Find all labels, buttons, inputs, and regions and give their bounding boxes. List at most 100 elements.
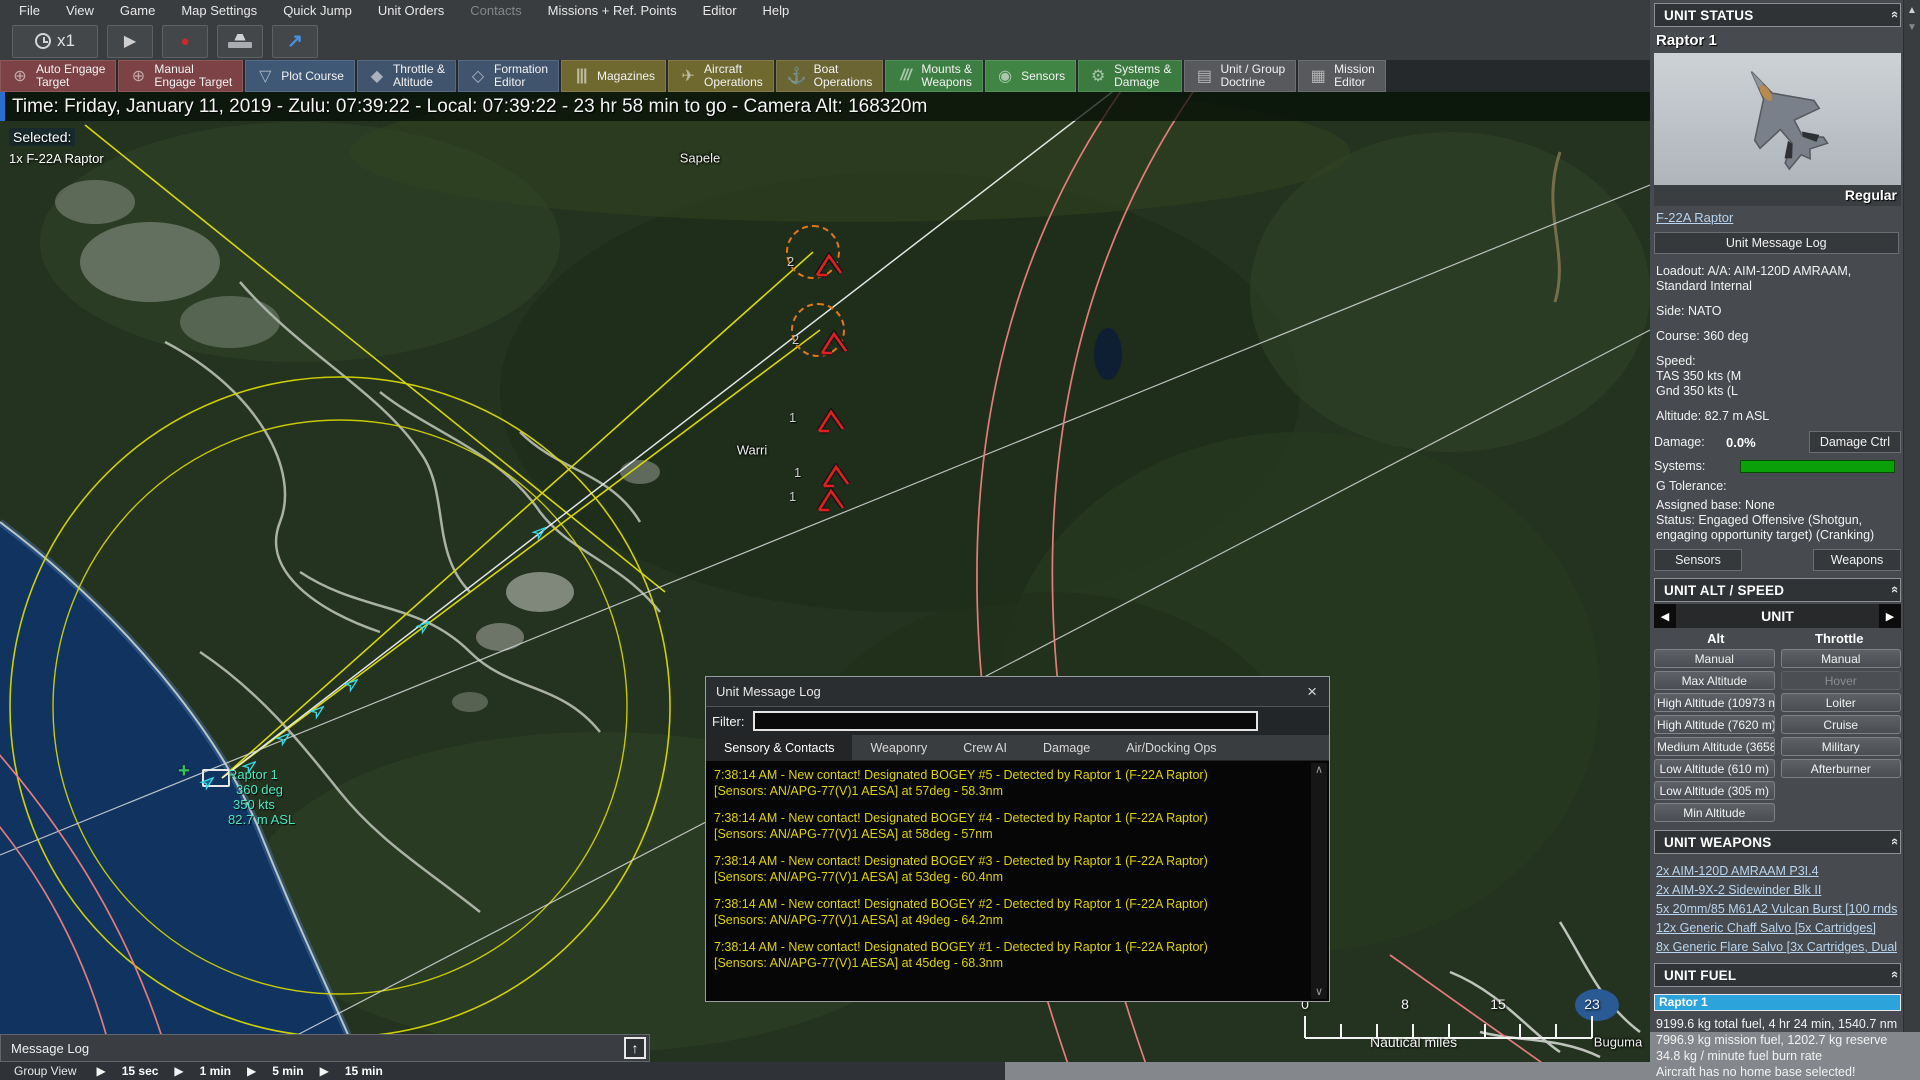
alt-button-low-altitude-610-m[interactable]: Low Altitude (610 m) bbox=[1654, 759, 1775, 778]
section-title: UNIT FUEL bbox=[1664, 967, 1737, 983]
toolbar-button-unit-group-doctrine[interactable]: ▤ Unit / Group Doctrine bbox=[1184, 60, 1297, 92]
own-unit-symbol[interactable]: + bbox=[160, 760, 230, 800]
unit-message-log-button[interactable]: Unit Message Log bbox=[1654, 232, 1899, 254]
weapon-link[interactable]: 2x AIM-9X-2 Sidewinder Blk II bbox=[1656, 881, 1901, 900]
tab-air-docking-ops[interactable]: Air/Docking Ops bbox=[1108, 735, 1234, 760]
datablock-altitude: 82.7 m ASL bbox=[228, 812, 296, 827]
unit-nav-label: UNIT bbox=[1761, 608, 1794, 624]
section-header-unit-status[interactable]: UNIT STATUS « bbox=[1654, 3, 1903, 27]
filter-input[interactable] bbox=[752, 711, 1258, 731]
toolbar-button-plot-course[interactable]: ▽ Plot Course bbox=[245, 60, 355, 92]
time-compression-button[interactable]: x1 bbox=[12, 24, 98, 58]
close-icon[interactable]: × bbox=[1295, 682, 1329, 702]
menu-item-editor[interactable]: Editor bbox=[690, 0, 750, 22]
time-step-15-min[interactable]: 15 min bbox=[345, 1064, 383, 1078]
quick-jump-button[interactable]: ↗ bbox=[272, 24, 318, 58]
throttle-button-afterburner[interactable]: Afterburner bbox=[1780, 759, 1901, 778]
dialog-title-bar[interactable]: Unit Message Log × bbox=[706, 677, 1329, 707]
map-scale-bar: 0 8 15 23 Nautical miles bbox=[1295, 996, 1625, 1058]
menu-item-view[interactable]: View bbox=[53, 0, 107, 22]
menu-item-contacts[interactable]: Contacts bbox=[457, 0, 534, 22]
collapse-icon[interactable]: « bbox=[1888, 10, 1903, 19]
dialog-filter-row: Filter: bbox=[706, 707, 1329, 735]
toolbar-button-boat-operations[interactable]: ⚓ Boat Operations bbox=[775, 60, 884, 92]
menu-item-help[interactable]: Help bbox=[750, 0, 803, 22]
tab-crew-ai[interactable]: Crew AI bbox=[945, 735, 1025, 760]
tab-weaponry[interactable]: Weaponry bbox=[852, 735, 945, 760]
unit-type-link[interactable]: F-22A Raptor bbox=[1656, 210, 1733, 225]
log-message-line2: [Sensors: AN/APG-77(V)1 AESA] at 45deg -… bbox=[714, 956, 1004, 970]
record-button[interactable]: ● bbox=[162, 24, 208, 58]
damage-ctrl-button[interactable]: Damage Ctrl bbox=[1808, 431, 1901, 453]
throttle-button-manual[interactable]: Manual bbox=[1780, 649, 1901, 668]
menu-item-unit-orders[interactable]: Unit Orders bbox=[365, 0, 457, 22]
weapon-link[interactable]: 12x Generic Chaff Salvo [5x Cartridges] bbox=[1656, 919, 1901, 938]
toolbar-button-auto-engage-target[interactable]: ⊕ Auto Engage Target bbox=[0, 60, 117, 92]
alt-button-high-altitude-7620-m[interactable]: High Altitude (7620 m) bbox=[1654, 715, 1775, 734]
menu-item-missions-ref-points[interactable]: Missions + Ref. Points bbox=[535, 0, 690, 22]
toolbar-button-aircraft-operations[interactable]: ✈ Aircraft Operations bbox=[668, 60, 774, 92]
time-step-15-sec[interactable]: 15 sec bbox=[122, 1064, 159, 1078]
alt-button-medium-altitude-3658[interactable]: Medium Altitude (3658 bbox=[1654, 737, 1775, 756]
unit-datablock: Raptor 1 360 deg 350 kts 82.7 m ASL bbox=[228, 767, 295, 827]
scroll-down-icon[interactable]: ∨ bbox=[1315, 985, 1323, 999]
group-view-label[interactable]: Group View bbox=[14, 1064, 76, 1078]
section-header-unit-alt-speed[interactable]: UNIT ALT / SPEED « bbox=[1654, 578, 1903, 602]
menu-item-file[interactable]: File bbox=[6, 0, 53, 22]
side-text: Side: NATO bbox=[1656, 304, 1722, 318]
recorder-button[interactable] bbox=[217, 24, 263, 58]
throttle-icon: ◆ bbox=[370, 68, 384, 85]
collapse-icon[interactable]: « bbox=[1888, 837, 1903, 846]
collapse-icon[interactable]: « bbox=[1888, 970, 1903, 979]
toolbar-button-formation-editor[interactable]: ◇ Formation Editor bbox=[457, 60, 560, 92]
sensors-button[interactable]: Sensors bbox=[1654, 549, 1742, 571]
time-step-5-min[interactable]: 5 min bbox=[272, 1064, 303, 1078]
prev-unit-button[interactable]: ◀ bbox=[1654, 604, 1676, 628]
toolbar-button-systems-damage[interactable]: ⚙ Systems & Damage bbox=[1078, 60, 1183, 92]
menu-item-map-settings[interactable]: Map Settings bbox=[168, 0, 270, 22]
expand-log-button[interactable]: ↑ bbox=[624, 1037, 646, 1059]
scroll-down-icon[interactable]: ▼ bbox=[1904, 22, 1920, 33]
collapse-icon[interactable]: « bbox=[1888, 585, 1903, 594]
toolbar-button-sensors[interactable]: ◉ Sensors bbox=[985, 60, 1077, 92]
datablock-course: 360 deg bbox=[236, 782, 283, 797]
panel-scrollbar[interactable]: ▲ ▼ bbox=[1903, 0, 1920, 1032]
next-unit-button[interactable]: ▶ bbox=[1879, 604, 1901, 628]
time-step-1-min[interactable]: 1 min bbox=[200, 1064, 231, 1078]
weapon-link[interactable]: 8x Generic Flare Salvo [3x Cartridges, D… bbox=[1656, 938, 1901, 957]
scroll-up-icon[interactable]: ▲ bbox=[1904, 5, 1920, 16]
alt-button-manual[interactable]: Manual bbox=[1654, 649, 1775, 668]
throttle-button-cruise[interactable]: Cruise bbox=[1780, 715, 1901, 734]
alt-button-max-altitude[interactable]: Max Altitude bbox=[1654, 671, 1775, 690]
alt-button-high-altitude-10973-m[interactable]: High Altitude (10973 m bbox=[1654, 693, 1775, 712]
section-header-unit-fuel[interactable]: UNIT FUEL « bbox=[1654, 963, 1903, 987]
damage-label: Damage: bbox=[1654, 435, 1705, 449]
alt-button-low-altitude-305-m[interactable]: Low Altitude (305 m) bbox=[1654, 781, 1775, 800]
weapons-button[interactable]: Weapons bbox=[1813, 549, 1901, 571]
throttle-button-military[interactable]: Military bbox=[1780, 737, 1901, 756]
toolbar-button-mounts-weapons[interactable]: /// Mounts & Weapons bbox=[885, 60, 984, 92]
log-message-line1: 7:38:14 AM - New contact! Designated BOG… bbox=[714, 897, 1208, 911]
scroll-up-icon[interactable]: ∧ bbox=[1315, 763, 1323, 777]
toolbar-button-manual-engage-target[interactable]: ⊕ Manual Engage Target bbox=[118, 60, 244, 92]
message-log-bar[interactable]: Message Log ↑ bbox=[0, 1034, 650, 1062]
slashes-icon: /// bbox=[900, 67, 911, 84]
menu-item-quick-jump[interactable]: Quick Jump bbox=[270, 0, 365, 22]
alt-button-min-altitude[interactable]: Min Altitude bbox=[1654, 803, 1775, 822]
run-simulation-button[interactable]: ▶ bbox=[107, 24, 153, 58]
tab-damage[interactable]: Damage bbox=[1025, 735, 1108, 760]
menu-item-game[interactable]: Game bbox=[107, 0, 168, 22]
toolbar-button-mission-editor[interactable]: ▦ Mission Editor bbox=[1298, 60, 1386, 92]
toolbar-button-throttle-altitude[interactable]: ◆ Throttle & Altitude bbox=[356, 60, 456, 92]
fuel-selected-row[interactable]: Raptor 1 bbox=[1654, 994, 1901, 1011]
throttle-button-loiter[interactable]: Loiter bbox=[1780, 693, 1901, 712]
section-header-unit-weapons[interactable]: UNIT WEAPONS « bbox=[1654, 830, 1903, 854]
tab-sensory-contacts[interactable]: Sensory & Contacts bbox=[706, 735, 853, 760]
weapon-link[interactable]: 2x AIM-120D AMRAAM P3I.4 bbox=[1656, 862, 1901, 881]
weapon-link[interactable]: 5x 20mm/85 M61A2 Vulcan Burst [100 rnds bbox=[1656, 900, 1901, 919]
toolbar-button-magazines[interactable]: ||| Magazines bbox=[561, 60, 667, 92]
log-message-line2: [Sensors: AN/APG-77(V)1 AESA] at 49deg -… bbox=[714, 913, 1004, 927]
throttle-column-header: Throttle bbox=[1815, 631, 1864, 646]
dialog-scrollbar[interactable]: ∧ ∨ bbox=[1311, 763, 1327, 999]
log-message: 7:38:14 AM - New contact! Designated BOG… bbox=[714, 853, 1305, 885]
